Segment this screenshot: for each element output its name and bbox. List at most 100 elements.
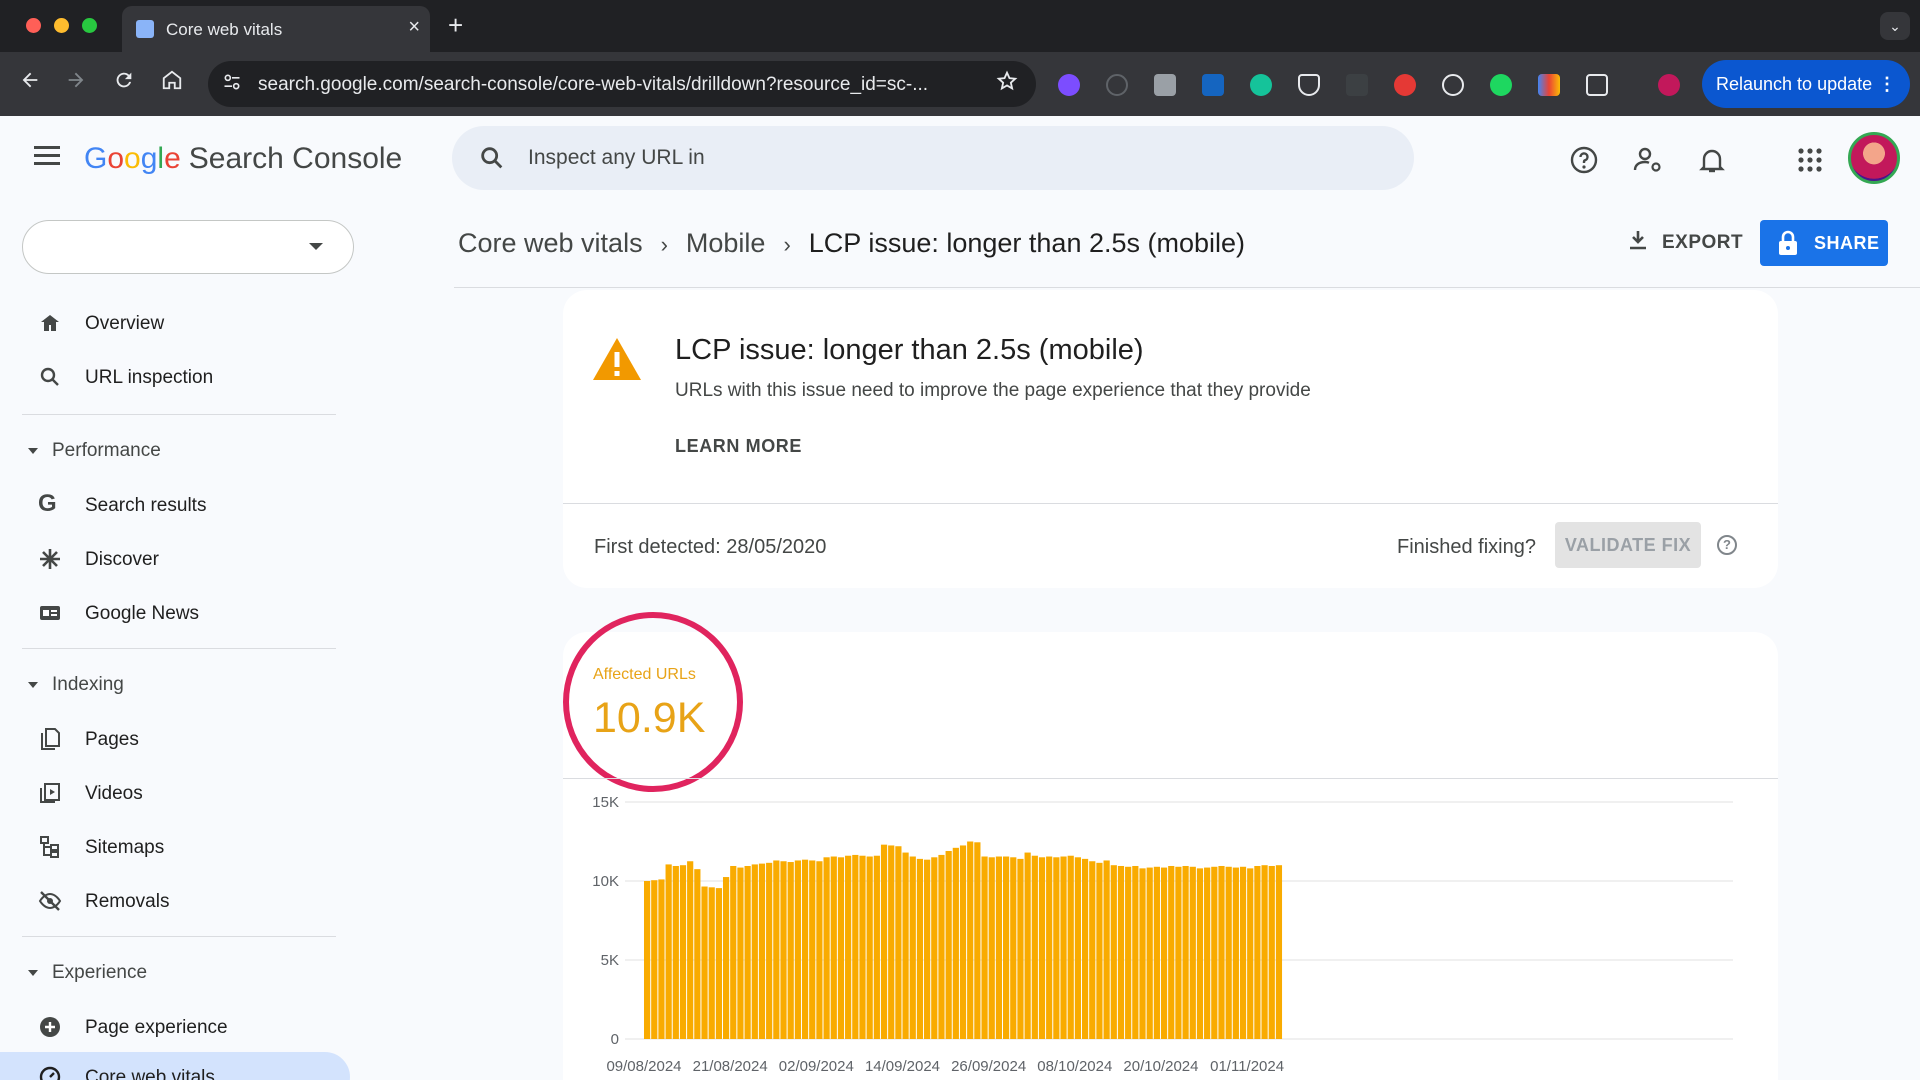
chart-bar[interactable]	[852, 854, 859, 1039]
bookmark-star-icon[interactable]	[996, 70, 1018, 98]
chart-bar[interactable]	[995, 856, 1003, 1039]
close-window-button[interactable]	[26, 18, 41, 33]
chart-bar[interactable]	[967, 841, 974, 1040]
chart-bar[interactable]	[1003, 856, 1010, 1039]
chart-bar[interactable]	[1146, 867, 1153, 1039]
chart-bar[interactable]	[1067, 855, 1074, 1039]
chart-bar[interactable]	[895, 846, 902, 1039]
chart-bar[interactable]	[687, 861, 694, 1039]
extension-react-icon[interactable]	[1442, 74, 1464, 96]
chart-bar[interactable]	[1024, 852, 1031, 1039]
chart-bar[interactable]	[1110, 865, 1117, 1039]
chart-bar[interactable]	[1182, 865, 1189, 1039]
chart-bar[interactable]	[1189, 866, 1196, 1039]
reload-icon[interactable]	[108, 68, 140, 100]
chart-bar[interactable]	[1060, 856, 1067, 1039]
section-experience[interactable]: Experience	[28, 962, 147, 984]
extensions-puzzle-icon[interactable]	[1586, 74, 1608, 96]
zoom-window-button[interactable]	[82, 18, 97, 33]
minimize-window-button[interactable]	[54, 18, 69, 33]
chart-bar[interactable]	[1017, 858, 1024, 1039]
section-performance[interactable]: Performance	[28, 440, 161, 462]
sidebar-item-url-inspection[interactable]: URL inspection	[0, 352, 350, 402]
chart-bar[interactable]	[809, 860, 816, 1039]
chart-bar[interactable]	[1211, 866, 1218, 1039]
chart-bar[interactable]	[644, 881, 651, 1039]
chart-bar[interactable]	[701, 886, 708, 1039]
chart-bar[interactable]	[1132, 865, 1139, 1039]
chart-bar[interactable]	[1196, 868, 1204, 1039]
chart-bar[interactable]	[938, 854, 945, 1039]
chart-bar[interactable]	[931, 857, 938, 1039]
chart-bar[interactable]	[959, 845, 967, 1039]
chart-bar[interactable]	[679, 865, 687, 1039]
chart-bar[interactable]	[1139, 868, 1146, 1039]
extension-pen-icon[interactable]	[1346, 74, 1368, 96]
export-button[interactable]: EXPORT	[1626, 228, 1743, 254]
profile-avatar-icon[interactable]	[1658, 74, 1680, 96]
chart-bar[interactable]	[1204, 867, 1211, 1039]
chart-bar[interactable]	[1010, 857, 1017, 1039]
chart-bar[interactable]	[1232, 867, 1239, 1039]
search-console-logo[interactable]: Google Search Console	[84, 142, 402, 176]
help-circle-icon[interactable]: ?	[1717, 535, 1737, 555]
chart-bar[interactable]	[658, 879, 665, 1039]
chart-bar[interactable]	[1160, 867, 1168, 1039]
chart-bar[interactable]	[902, 852, 909, 1039]
chart-bar[interactable]	[1175, 866, 1182, 1039]
chart-bar[interactable]	[1081, 858, 1089, 1039]
extension-re-icon[interactable]	[1202, 74, 1224, 96]
chart-bar[interactable]	[952, 847, 959, 1039]
chart-bar[interactable]	[1046, 856, 1053, 1039]
sidebar-item-page-experience[interactable]: Page experience	[0, 1002, 350, 1052]
chart-bar[interactable]	[1239, 866, 1247, 1039]
chart-bar[interactable]	[888, 845, 895, 1039]
section-indexing[interactable]: Indexing	[28, 674, 124, 696]
sidebar-item-core-web-vitals[interactable]: Core web vitals	[0, 1052, 350, 1080]
sidebar-item-google-news[interactable]: Google News	[0, 588, 350, 638]
chart-bar[interactable]	[880, 844, 888, 1039]
share-button[interactable]: SHARE	[1760, 220, 1888, 266]
chart-bar[interactable]	[1038, 857, 1046, 1039]
chart-bar[interactable]	[859, 855, 866, 1039]
property-selector[interactable]	[22, 220, 354, 274]
chart-bar[interactable]	[751, 864, 758, 1039]
chart-bar[interactable]	[837, 857, 845, 1039]
chart-bar[interactable]	[773, 860, 780, 1039]
chart-bar[interactable]	[1153, 866, 1160, 1039]
chart-bar[interactable]	[1254, 865, 1261, 1039]
chart-bar[interactable]	[744, 865, 751, 1039]
forward-icon[interactable]	[60, 68, 92, 100]
sidebar-item-overview[interactable]: Overview	[0, 298, 350, 348]
relaunch-button[interactable]: Relaunch to update ⋮	[1702, 60, 1910, 108]
apps-grid-icon[interactable]	[1794, 144, 1826, 176]
learn-more-link[interactable]: LEARN MORE	[675, 436, 802, 457]
url-inspect-search[interactable]	[452, 126, 1414, 190]
help-icon[interactable]	[1568, 144, 1600, 176]
chart-bar[interactable]	[758, 863, 766, 1039]
chart-bar[interactable]	[801, 859, 809, 1039]
chart-bar[interactable]	[1125, 866, 1132, 1039]
extension-adblock-icon[interactable]	[1394, 74, 1416, 96]
chart-bar[interactable]	[823, 857, 830, 1039]
chart-bar[interactable]	[816, 861, 823, 1039]
chart-bar[interactable]	[909, 856, 916, 1039]
chart-bar[interactable]	[1268, 865, 1275, 1039]
chart-bar[interactable]	[1247, 868, 1254, 1039]
sidebar-item-sitemaps[interactable]: Sitemaps	[0, 822, 350, 872]
chart-bar[interactable]	[988, 857, 995, 1039]
sidebar-item-pages[interactable]: Pages	[0, 714, 350, 764]
extension-gear-icon[interactable]	[1058, 74, 1080, 96]
chart-bar[interactable]	[766, 862, 773, 1039]
chart-bar[interactable]	[916, 858, 924, 1039]
chart-bar[interactable]	[1103, 860, 1110, 1039]
chart-bar[interactable]	[1089, 861, 1096, 1039]
new-tab-icon[interactable]: +	[448, 10, 463, 41]
sidebar-item-discover[interactable]: Discover	[0, 534, 350, 584]
extension-shield-icon[interactable]	[1298, 74, 1320, 96]
chart-bar[interactable]	[787, 862, 794, 1039]
breadcrumb-mobile[interactable]: Mobile	[686, 228, 766, 258]
avatar[interactable]	[1848, 132, 1900, 184]
extension-camera-icon[interactable]	[1154, 74, 1176, 96]
chart-bar[interactable]	[1225, 866, 1232, 1039]
